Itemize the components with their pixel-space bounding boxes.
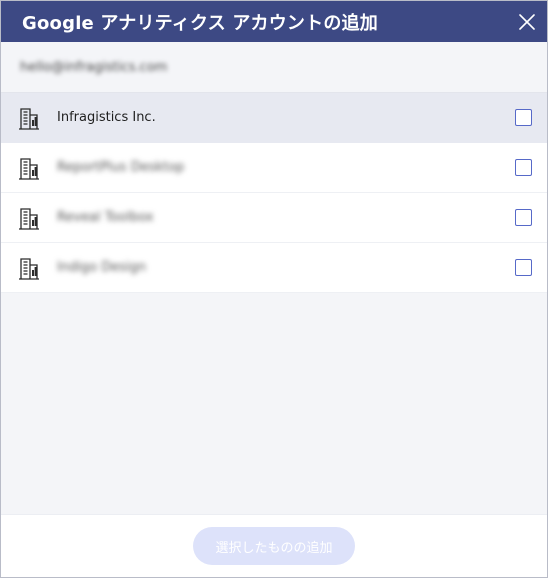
list-item-checkbox[interactable] bbox=[515, 159, 532, 176]
list-item-checkbox[interactable] bbox=[515, 109, 532, 126]
building-icon bbox=[19, 207, 39, 230]
list-item-checkbox[interactable] bbox=[515, 209, 532, 226]
list-item[interactable]: ReportPlus Desktop bbox=[1, 143, 547, 193]
list-item-label: Reveal Toolbox bbox=[57, 210, 154, 225]
dialog-footer: 選択したものの追加 bbox=[1, 514, 547, 577]
list-item-label: Indigo Design bbox=[57, 260, 147, 275]
account-header: hello@infragistics.com bbox=[1, 42, 547, 93]
account-list: Infragistics Inc. ReportPlus Desktop Rev… bbox=[1, 93, 547, 293]
close-button[interactable] bbox=[506, 1, 547, 42]
list-item-label: ReportPlus Desktop bbox=[57, 160, 185, 175]
building-icon bbox=[19, 257, 39, 280]
dialog-titlebar: Google アナリティクス アカウントの追加 bbox=[1, 1, 547, 42]
list-item-checkbox[interactable] bbox=[515, 259, 532, 276]
add-selected-button[interactable]: 選択したものの追加 bbox=[193, 527, 355, 565]
close-icon bbox=[518, 13, 535, 30]
dialog-title: Google アナリティクス アカウントの追加 bbox=[22, 12, 378, 34]
list-item[interactable]: Indigo Design bbox=[1, 243, 547, 293]
building-icon bbox=[19, 107, 39, 130]
list-item[interactable]: Infragistics Inc. bbox=[1, 93, 547, 143]
list-item[interactable]: Reveal Toolbox bbox=[1, 193, 547, 243]
add-google-analytics-account-dialog: Google アナリティクス アカウントの追加 hello@infragisti… bbox=[0, 0, 548, 578]
list-item-label: Infragistics Inc. bbox=[57, 110, 156, 125]
account-email: hello@infragistics.com bbox=[20, 59, 168, 75]
building-icon bbox=[19, 157, 39, 180]
